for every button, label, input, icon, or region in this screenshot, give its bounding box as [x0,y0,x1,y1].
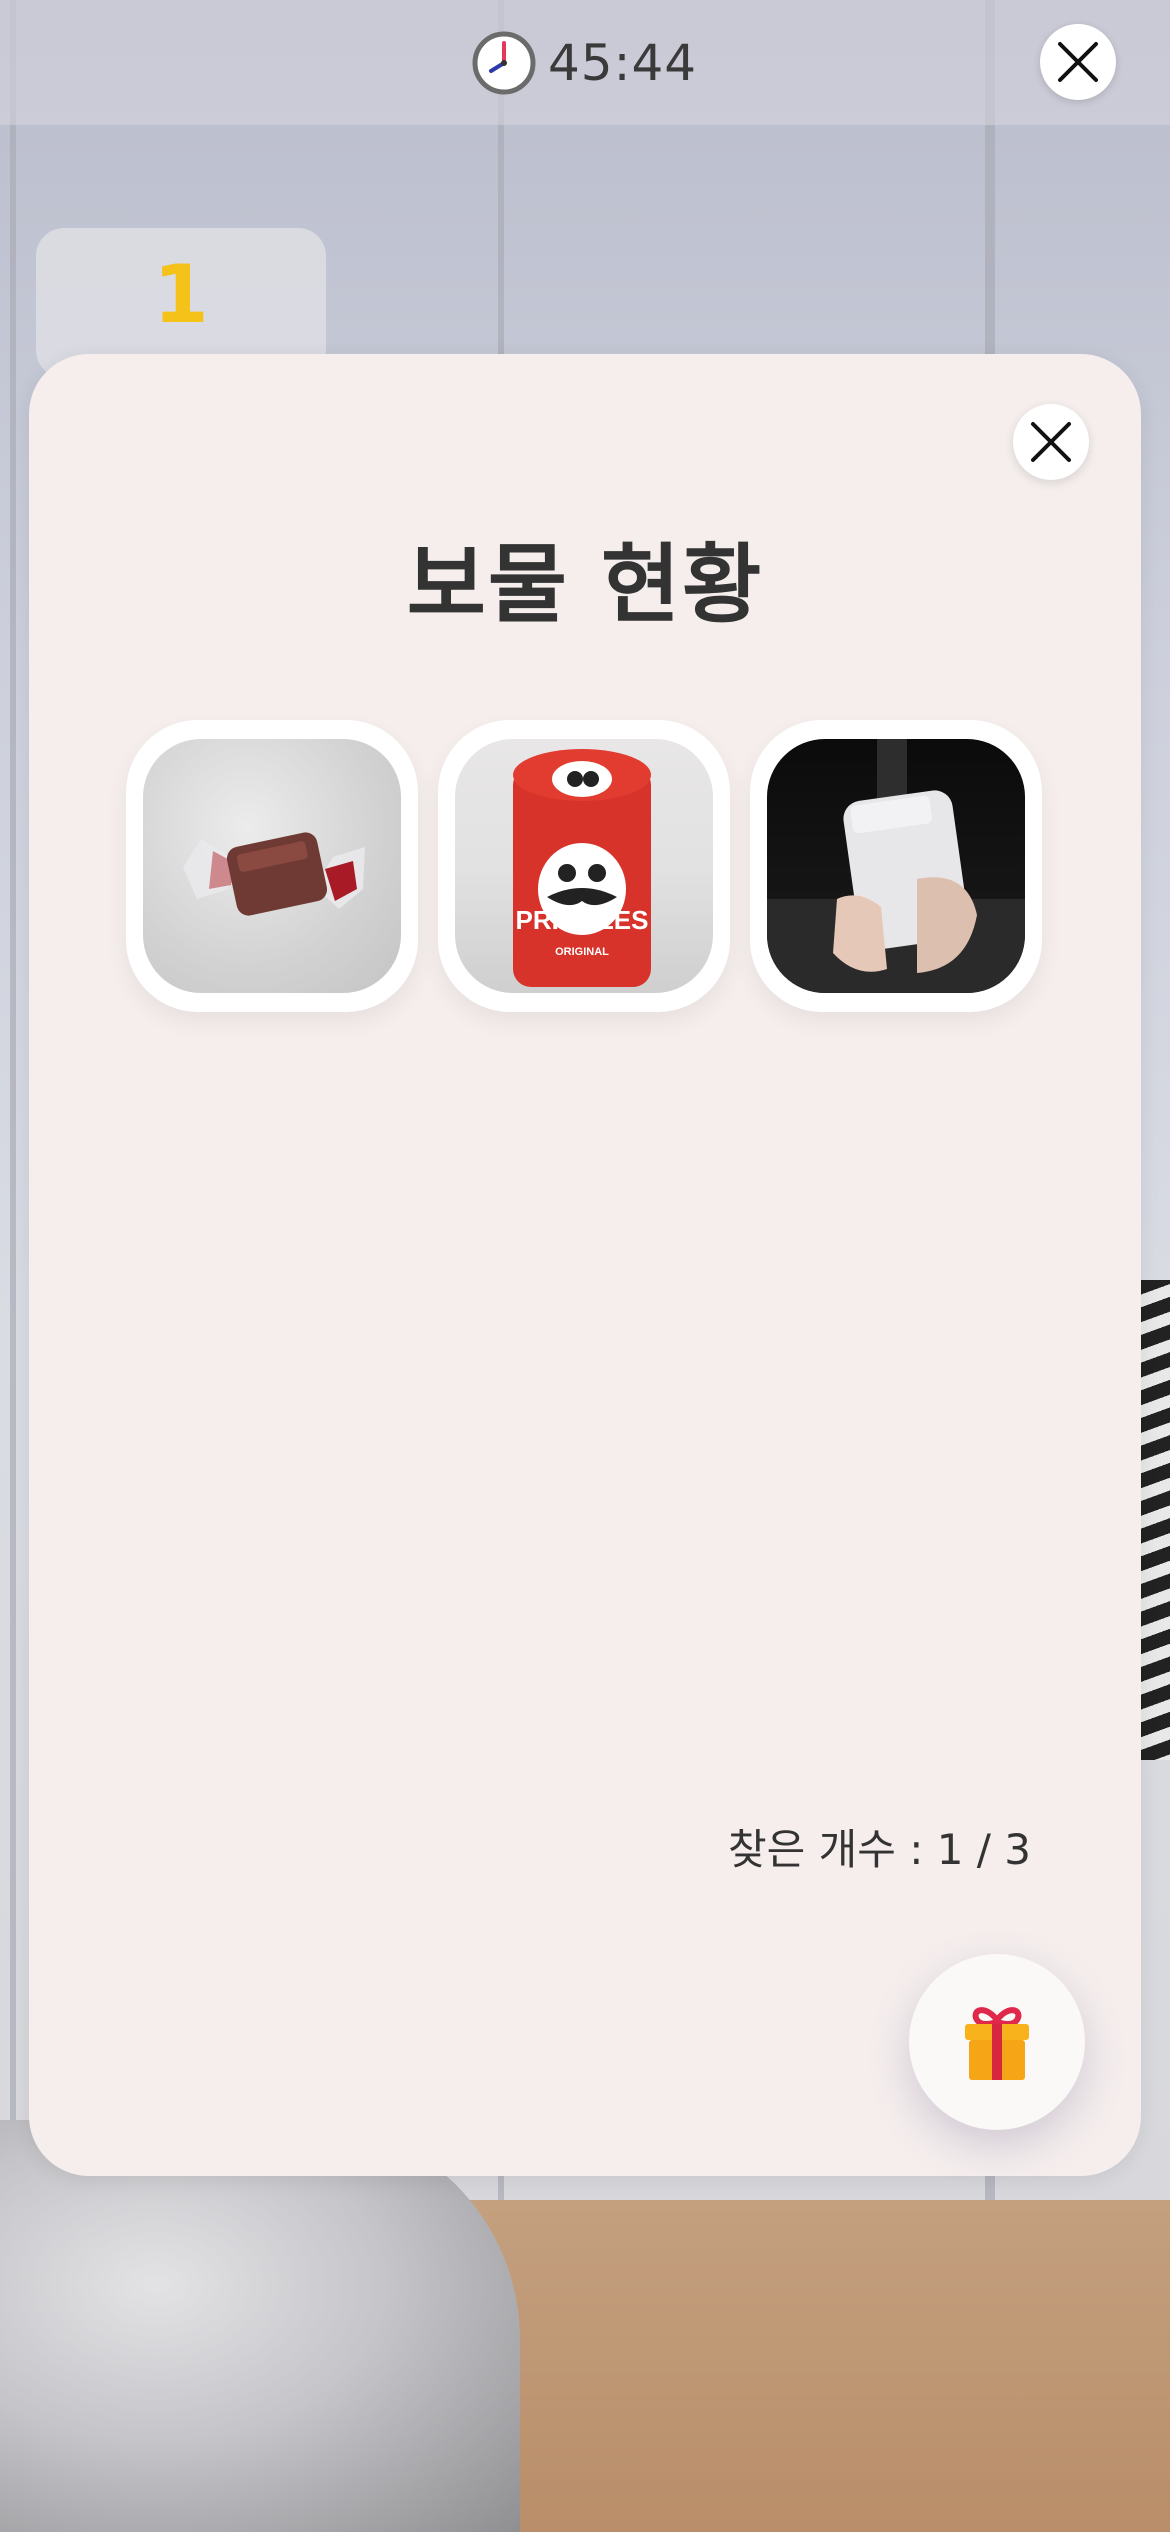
treasure-item-can[interactable]: PRINGLES ORIGINAL [438,720,730,1012]
background-cloth [1140,1280,1170,1760]
can-sublabel: ORIGINAL [555,946,609,958]
stage-number: 1 [153,248,209,341]
background-pillar [10,0,16,2220]
background-person [0,2120,520,2532]
found-count: 찾은 개수 : 1 / 3 [727,1825,1031,1874]
exit-button[interactable] [1040,24,1116,100]
gift-button[interactable] [909,1954,1085,2130]
candy-photo [143,739,401,993]
pringles-can-photo: PRINGLES ORIGINAL [455,739,713,993]
treasure-status-modal: 보물 현황 PRINGLES ORIGINAL 찾은 개수: 1 / 3 [29,354,1141,2176]
close-icon [1031,422,1071,462]
close-icon [1058,42,1098,82]
can-label: PRINGLES [516,905,649,935]
timer-value: 45:44 [548,34,698,92]
treasure-item-candy[interactable] [126,720,418,1012]
top-bar: 45:44 [0,0,1170,125]
modal-close-button[interactable] [1013,404,1089,480]
treasure-list: PRINGLES ORIGINAL [126,720,1042,1012]
treasure-item-bottle[interactable] [750,720,1042,1012]
bottle-photo [767,739,1025,993]
modal-title: 보물 현황 [406,535,764,635]
timer: 45:44 [472,28,697,98]
gift-icon [965,2007,1029,2080]
clock-icon [472,31,536,95]
